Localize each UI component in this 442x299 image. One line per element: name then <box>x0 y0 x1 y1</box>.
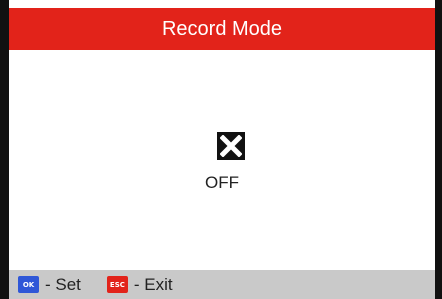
x-icon[interactable] <box>217 132 245 160</box>
page-title: Record Mode <box>161 17 283 40</box>
record-mode-panel: OFF <box>9 50 435 270</box>
ok-key-icon[interactable]: OK <box>18 276 39 293</box>
record-mode-status: OFF <box>205 173 239 192</box>
esc-key-icon[interactable]: ESC <box>106 276 128 293</box>
footer-bar: OK - Set ESC - Exit <box>9 270 435 299</box>
device-screen: Record Mode OFF OK - Set ESC - Exit <box>0 0 442 299</box>
set-hint-label: - Set <box>45 274 81 294</box>
x-icon-glyph <box>220 135 242 157</box>
title-bar: Record Mode <box>9 8 435 50</box>
screen-bezel-left <box>0 0 9 299</box>
exit-hint-label: - Exit <box>133 274 173 294</box>
screen-bezel-right <box>435 0 442 299</box>
